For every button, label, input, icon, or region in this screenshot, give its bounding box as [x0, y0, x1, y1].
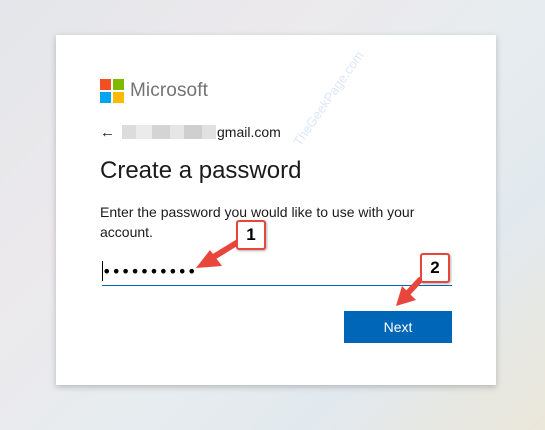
annotation-badge-2: 2	[420, 253, 450, 283]
annotation-badge-1: 1	[236, 220, 266, 250]
annotation-arrow-1	[209, 239, 241, 261]
annotation-arrows	[196, 239, 423, 306]
